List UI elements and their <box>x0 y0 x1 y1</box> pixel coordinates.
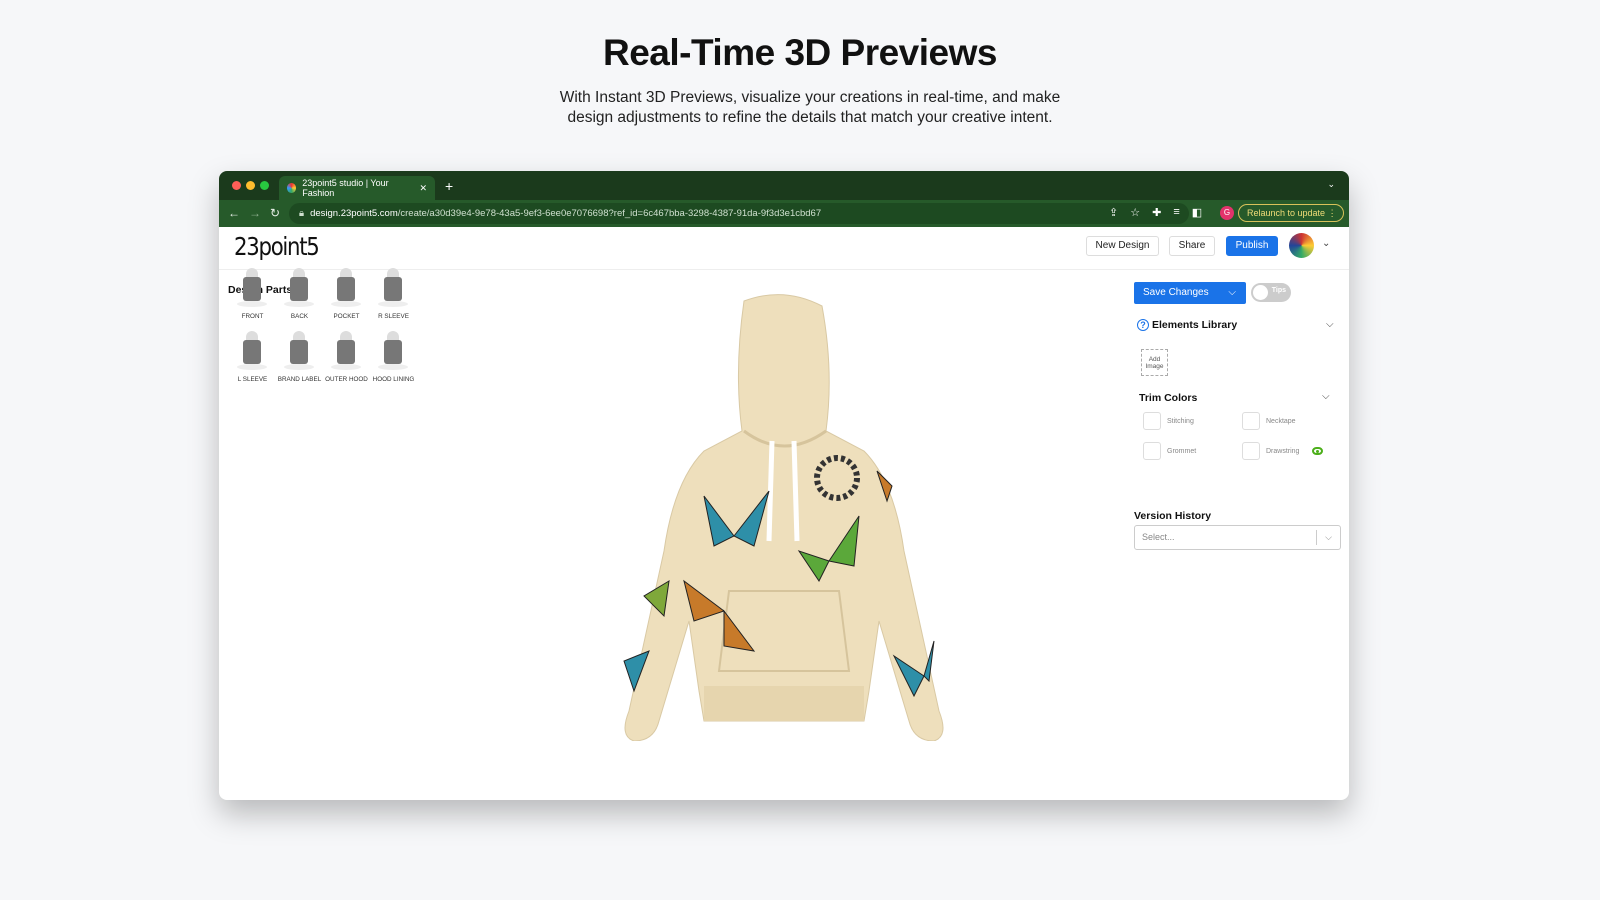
part-thumbnail <box>276 326 323 376</box>
color-swatch[interactable] <box>1242 442 1260 460</box>
chevron-down-icon[interactable]: ⌄ <box>1322 238 1330 249</box>
part-thumbnail <box>370 263 417 313</box>
url-path: /create/a30d39e4-9e78-43a5-9ef3-6ee0e707… <box>397 208 822 219</box>
part-label: BRAND LABEL <box>277 376 322 383</box>
color-swatch[interactable] <box>1143 442 1161 460</box>
favicon-icon <box>287 183 297 193</box>
address-bar-row: ← → ↻ 🔒︎ design.23point5.com/create/a30d3… <box>219 200 1349 227</box>
design-part-back[interactable]: BACK <box>276 263 323 320</box>
url-domain: design.23point5.com <box>310 208 398 219</box>
save-changes-button[interactable]: Save Changes ⌵ <box>1134 282 1246 304</box>
share-icon[interactable]: ⇪ <box>1109 206 1118 219</box>
part-label: L SLEEVE <box>237 376 268 383</box>
select-placeholder: Select... <box>1142 532 1175 542</box>
chevron-down-icon[interactable]: ⌵ <box>1326 319 1334 330</box>
chevron-down-icon: ⌵ <box>1316 530 1340 545</box>
reading-list-icon[interactable]: ≡ <box>1173 206 1179 219</box>
part-thumbnail <box>229 326 276 376</box>
relaunch-button[interactable]: Relaunch to update ⋮ <box>1238 204 1344 222</box>
version-history-select[interactable]: Select... ⌵ <box>1134 525 1341 550</box>
trim-drawstring[interactable]: Drawstring <box>1242 442 1299 460</box>
design-part-pocket[interactable]: POCKET <box>323 263 370 320</box>
part-label: R SLEEVE <box>378 313 409 320</box>
part-thumbnail <box>229 263 276 313</box>
relaunch-label: Relaunch to update <box>1247 208 1326 218</box>
design-part-hood-lining[interactable]: HOOD LINING <box>370 326 417 383</box>
hero-subtitle: With Instant 3D Previews, visualize your… <box>559 89 1061 126</box>
trim-label: Drawstring <box>1266 447 1300 455</box>
forward-icon[interactable]: → <box>249 206 261 220</box>
hero-title: Real-Time 3D Previews <box>603 32 997 73</box>
design-parts-grid: FRONT BACK POCKET R SLEEVE L SLEEVE BRAND LAB… <box>229 263 417 383</box>
browser-window: 23point5 studio | Your Fashion ✕ + ⌄ ← → … <box>219 171 1349 800</box>
design-part-front[interactable]: FRONT <box>229 263 276 320</box>
design-part-outer-hood[interactable]: OUTER HOOD <box>323 326 370 383</box>
version-history-heading: Version History <box>1134 510 1212 522</box>
part-label: FRONT <box>241 313 264 320</box>
trim-label: Grommet <box>1167 447 1197 455</box>
logo[interactable]: 23point5 <box>234 232 320 261</box>
part-label: BACK <box>290 313 309 320</box>
part-thumbnail <box>323 326 370 376</box>
new-tab-button[interactable]: + <box>445 178 453 194</box>
publish-button[interactable]: Publish <box>1226 236 1278 256</box>
tab-bar: 23point5 studio | Your Fashion ✕ + ⌄ <box>219 171 1349 200</box>
part-label: POCKET <box>333 313 360 320</box>
tips-toggle[interactable]: Tips <box>1251 283 1291 302</box>
tab-search-chevron-icon[interactable]: ⌄ <box>1327 179 1335 190</box>
help-icon[interactable]: ? <box>1137 319 1149 332</box>
bookmark-star-icon[interactable]: ☆ <box>1130 206 1140 219</box>
part-thumbnail <box>276 263 323 313</box>
part-label: HOOD LINING <box>372 376 415 383</box>
save-changes-label: Save Changes <box>1143 287 1209 298</box>
chevron-down-icon[interactable]: ⌵ <box>1228 282 1236 304</box>
trim-necktape[interactable]: Necktape <box>1242 412 1296 430</box>
design-part-l-sleeve[interactable]: L SLEEVE <box>229 326 276 383</box>
part-thumbnail <box>370 326 417 376</box>
eye-icon[interactable] <box>1312 447 1323 455</box>
design-part-brand-label[interactable]: BRAND LABEL <box>276 326 323 383</box>
tips-label: Tips <box>1271 287 1286 294</box>
add-image-button[interactable]: Add Image <box>1141 349 1168 376</box>
close-window-button[interactable] <box>232 181 241 190</box>
elements-library-heading[interactable]: ? Elements Library <box>1137 319 1238 332</box>
tab-title: 23point5 studio | Your Fashion <box>302 178 389 198</box>
part-thumbnail <box>323 263 370 313</box>
trim-colors-heading: Trim Colors <box>1139 392 1198 404</box>
share-button[interactable]: Share <box>1169 236 1215 256</box>
hoodie-3d-preview[interactable] <box>594 291 974 746</box>
trim-label: Necktape <box>1266 417 1296 425</box>
url-input[interactable]: 🔒︎ design.23point5.com/create/a30d39e4-9e… <box>289 203 1189 224</box>
browser-tab[interactable]: 23point5 studio | Your Fashion ✕ <box>279 176 435 200</box>
extensions-icon[interactable]: ✚ <box>1152 206 1161 219</box>
user-avatar[interactable] <box>1289 233 1314 258</box>
minimize-window-button[interactable] <box>246 181 255 190</box>
design-part-r-sleeve[interactable]: R SLEEVE <box>370 263 417 320</box>
profile-avatar[interactable]: G <box>1220 206 1234 220</box>
close-tab-icon[interactable]: ✕ <box>419 183 427 194</box>
reload-icon[interactable]: ↻ <box>270 206 280 220</box>
elements-library-title: Elements Library <box>1152 319 1238 331</box>
trim-stitching[interactable]: Stitching <box>1143 412 1194 430</box>
color-swatch[interactable] <box>1143 412 1161 430</box>
color-swatch[interactable] <box>1242 412 1260 430</box>
lock-icon: 🔒︎ <box>299 208 305 219</box>
chevron-down-icon[interactable]: ⌵ <box>1322 391 1330 402</box>
trim-label: Stitching <box>1167 417 1194 425</box>
back-icon[interactable]: ← <box>228 206 240 220</box>
new-design-button[interactable]: New Design <box>1086 236 1159 256</box>
maximize-window-button[interactable] <box>260 181 269 190</box>
trim-grommet[interactable]: Grommet <box>1143 442 1196 460</box>
part-label: OUTER HOOD <box>325 376 368 383</box>
side-panel-icon[interactable]: ◧ <box>1192 206 1202 219</box>
